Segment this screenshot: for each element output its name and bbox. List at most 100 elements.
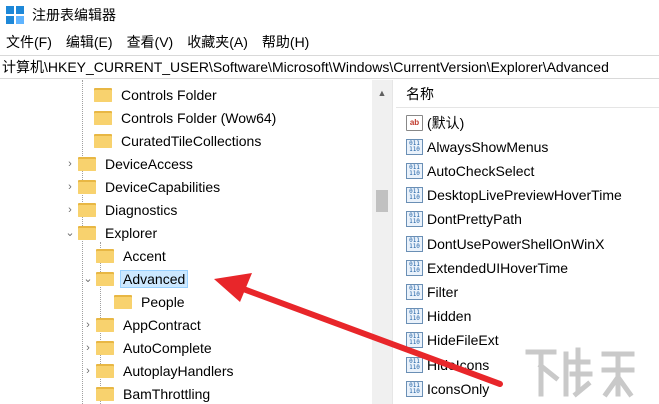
binary-value-icon: 011 110 xyxy=(406,380,423,397)
value-row[interactable]: 011 110 HideFileExt xyxy=(406,329,499,352)
value-row[interactable]: 011 110 AutoCheckSelect xyxy=(406,159,534,182)
tree-node-label: AppContract xyxy=(123,316,201,333)
value-name: DesktopLivePreviewHoverTime xyxy=(427,187,622,204)
value-name: (默认) xyxy=(427,114,465,131)
window-title: 注册表编辑器 xyxy=(32,7,116,23)
tree-node-label: AutoComplete xyxy=(123,339,212,356)
registry-editor-icon xyxy=(6,6,24,24)
value-row[interactable]: 011 110 AlwaysShowMenus xyxy=(406,135,548,158)
value-name: ExtendedUIHoverTime xyxy=(427,259,569,276)
value-name: Filter xyxy=(427,283,459,300)
binary-value-icon: 011 110 xyxy=(406,187,423,204)
tree-node[interactable]: › DeviceAccess xyxy=(62,152,196,175)
tree-node[interactable]: Controls Folder xyxy=(78,83,220,106)
binary-value-icon: 011 110 xyxy=(406,162,423,179)
folder-icon xyxy=(96,386,114,401)
folder-icon xyxy=(114,294,132,309)
tree-node-label: DeviceAccess xyxy=(105,155,193,172)
menu-favorites[interactable]: 收藏夹(A) xyxy=(181,30,256,54)
scroll-thumb[interactable] xyxy=(376,190,388,212)
menu-help[interactable]: 帮助(H) xyxy=(256,30,317,54)
folder-icon xyxy=(78,202,96,217)
value-name: DontPrettyPath xyxy=(427,211,522,228)
tree-node[interactable]: › AutoplayHandlers xyxy=(80,359,237,382)
address-bar[interactable]: 计算机\HKEY_CURRENT_USER\Software\Microsoft… xyxy=(0,55,659,79)
tree-node[interactable]: › Diagnostics xyxy=(62,198,180,221)
tree-node[interactable]: Controls Folder (Wow64) xyxy=(78,106,279,129)
expand-chevron-icon[interactable]: › xyxy=(62,156,78,172)
value-row[interactable]: 011 110 DontUsePowerShellOnWinX xyxy=(406,232,604,255)
collapse-chevron-icon[interactable]: ⌄ xyxy=(62,225,78,241)
tree-node[interactable]: ⌄ Explorer xyxy=(62,221,160,244)
tree-node-label: AutoplayHandlers xyxy=(123,362,234,379)
key-tree: Controls Folder Controls Folder (Wow64) Cu… xyxy=(0,80,392,404)
tree-node[interactable]: ⌄ Advanced xyxy=(80,267,189,290)
menu-view[interactable]: 查看(V) xyxy=(121,30,182,54)
value-name: AlwaysShowMenus xyxy=(427,138,549,155)
value-row[interactable]: 011 110 Filter xyxy=(406,280,458,303)
tree-node[interactable]: People xyxy=(98,290,188,313)
expand-chevron-icon[interactable]: › xyxy=(80,317,96,333)
binary-value-icon: 011 110 xyxy=(406,235,423,252)
folder-icon xyxy=(96,363,114,378)
value-row[interactable]: 011 110 HideIcons xyxy=(406,353,489,376)
value-row[interactable]: 011 110 ExtendedUIHoverTime xyxy=(406,256,568,279)
folder-icon xyxy=(78,225,96,240)
tree-node[interactable]: BamThrottling xyxy=(80,382,213,404)
tree-node[interactable]: › AutoComplete xyxy=(80,336,215,359)
collapse-chevron-icon[interactable]: ⌄ xyxy=(80,271,96,287)
tree-node-label: DeviceCapabilities xyxy=(105,178,221,195)
folder-icon xyxy=(94,133,112,148)
expand-chevron-icon[interactable]: › xyxy=(80,340,96,356)
folder-icon xyxy=(78,179,96,194)
tree-scrollbar[interactable]: ▲ xyxy=(372,80,392,404)
folder-icon xyxy=(96,340,114,355)
binary-value-icon: 011 110 xyxy=(406,211,423,228)
folder-icon xyxy=(96,248,114,263)
folder-icon xyxy=(78,156,96,171)
menu-file[interactable]: 文件(F) xyxy=(0,30,60,54)
value-row[interactable]: ab (默认) xyxy=(406,111,464,134)
column-header-name[interactable]: 名称 xyxy=(396,80,659,108)
binary-value-icon: 011 110 xyxy=(406,356,423,373)
binary-value-icon: 011 110 xyxy=(406,138,423,155)
expand-chevron-icon[interactable]: › xyxy=(62,179,78,195)
tree-node-label: Diagnostics xyxy=(105,201,178,218)
tree-node-label: Accent xyxy=(123,247,166,264)
menu-edit[interactable]: 编辑(E) xyxy=(60,30,121,54)
value-row[interactable]: 011 110 Hidden xyxy=(406,305,471,328)
value-row[interactable]: 011 110 DontPrettyPath xyxy=(406,208,522,231)
title-bar: 注册表编辑器 xyxy=(0,0,659,30)
tree-node[interactable]: Accent xyxy=(80,244,169,267)
value-name: Hidden xyxy=(427,308,472,325)
tree-node-label: Controls Folder xyxy=(121,86,217,103)
tree-node[interactable]: CuratedTileCollections xyxy=(78,129,264,152)
tree-node[interactable]: › DeviceCapabilities xyxy=(62,175,223,198)
expand-chevron-icon[interactable]: › xyxy=(62,202,78,218)
tree-node-label: Advanced xyxy=(120,269,189,288)
value-row[interactable]: 011 110 DesktopLivePreviewHoverTime xyxy=(406,184,622,207)
scroll-up-icon[interactable]: ▲ xyxy=(372,84,392,102)
binary-value-icon: 011 110 xyxy=(406,259,423,276)
tree-node-label: BamThrottling xyxy=(123,385,211,402)
value-row[interactable]: 011 110 IconsOnly xyxy=(406,377,489,400)
value-name: HideIcons xyxy=(427,356,490,373)
folder-icon xyxy=(94,110,112,125)
tree-node-label: Explorer xyxy=(105,224,158,241)
tree-node[interactable]: › AppContract xyxy=(80,313,204,336)
folder-icon xyxy=(96,271,114,286)
string-value-icon: ab xyxy=(406,114,423,131)
folder-icon xyxy=(94,87,112,102)
value-name: DontUsePowerShellOnWinX xyxy=(427,235,605,252)
menu-bar: 文件(F) 编辑(E) 查看(V) 收藏夹(A) 帮助(H) xyxy=(0,30,659,54)
binary-value-icon: 011 110 xyxy=(406,332,423,349)
expand-chevron-icon[interactable]: › xyxy=(80,363,96,379)
binary-value-icon: 011 110 xyxy=(406,308,423,325)
column-header-label: 名称 xyxy=(406,85,434,102)
value-name: HideFileExt xyxy=(427,332,499,349)
tree-node-label: People xyxy=(141,293,185,310)
